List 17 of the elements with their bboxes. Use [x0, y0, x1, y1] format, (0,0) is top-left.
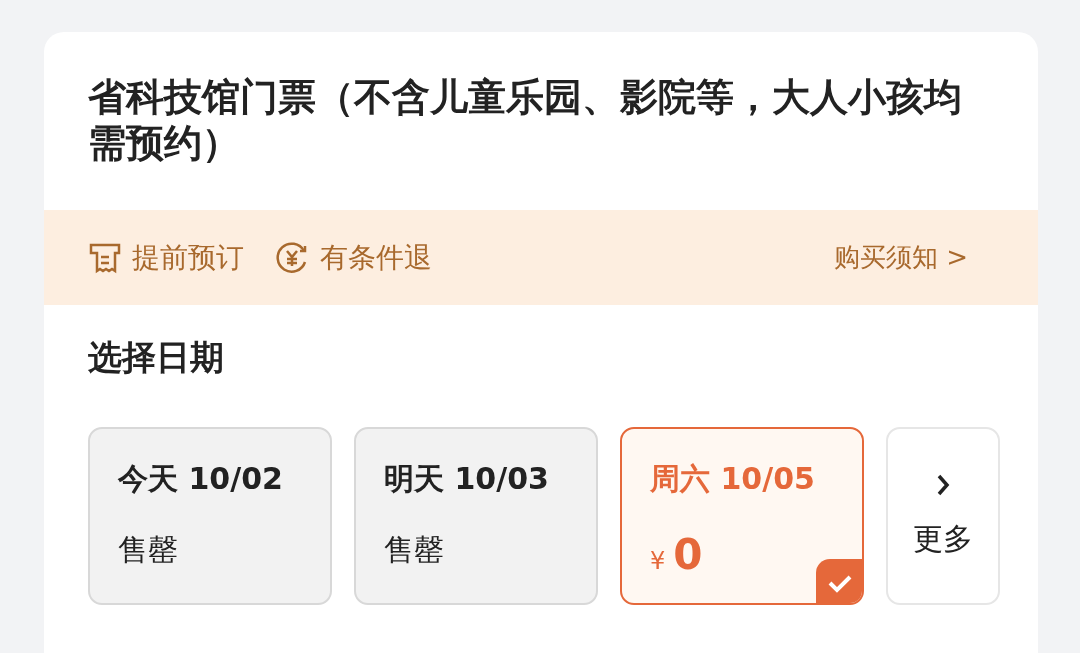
check-icon: [816, 559, 862, 603]
date-label: 今天 10/02: [118, 460, 284, 498]
sold-out-status: 售罄: [384, 531, 445, 569]
date-option[interactable]: 明天 10/03 售罄: [354, 427, 598, 605]
chevron-right-icon: [936, 472, 950, 497]
more-dates-button[interactable]: 更多: [886, 427, 1000, 605]
purchase-notes-link[interactable]: 购买须知 >: [833, 240, 968, 275]
currency-symbol: ¥: [650, 547, 666, 575]
notice-tag: 有条件退: [320, 238, 432, 277]
price: 0: [673, 530, 703, 579]
date-label: 周六 10/05: [650, 460, 816, 498]
date-label: 明天 10/03: [384, 460, 550, 498]
ticket-title: 省科技馆门票（不含儿童乐园、影院等，大人小孩均需预约）: [87, 74, 963, 167]
sold-out-status: 售罄: [118, 531, 179, 569]
notice-tag: 提前预订: [132, 238, 244, 277]
date-option[interactable]: 今天 10/02 售罄: [88, 427, 332, 605]
section-heading: 选择日期: [87, 336, 225, 379]
